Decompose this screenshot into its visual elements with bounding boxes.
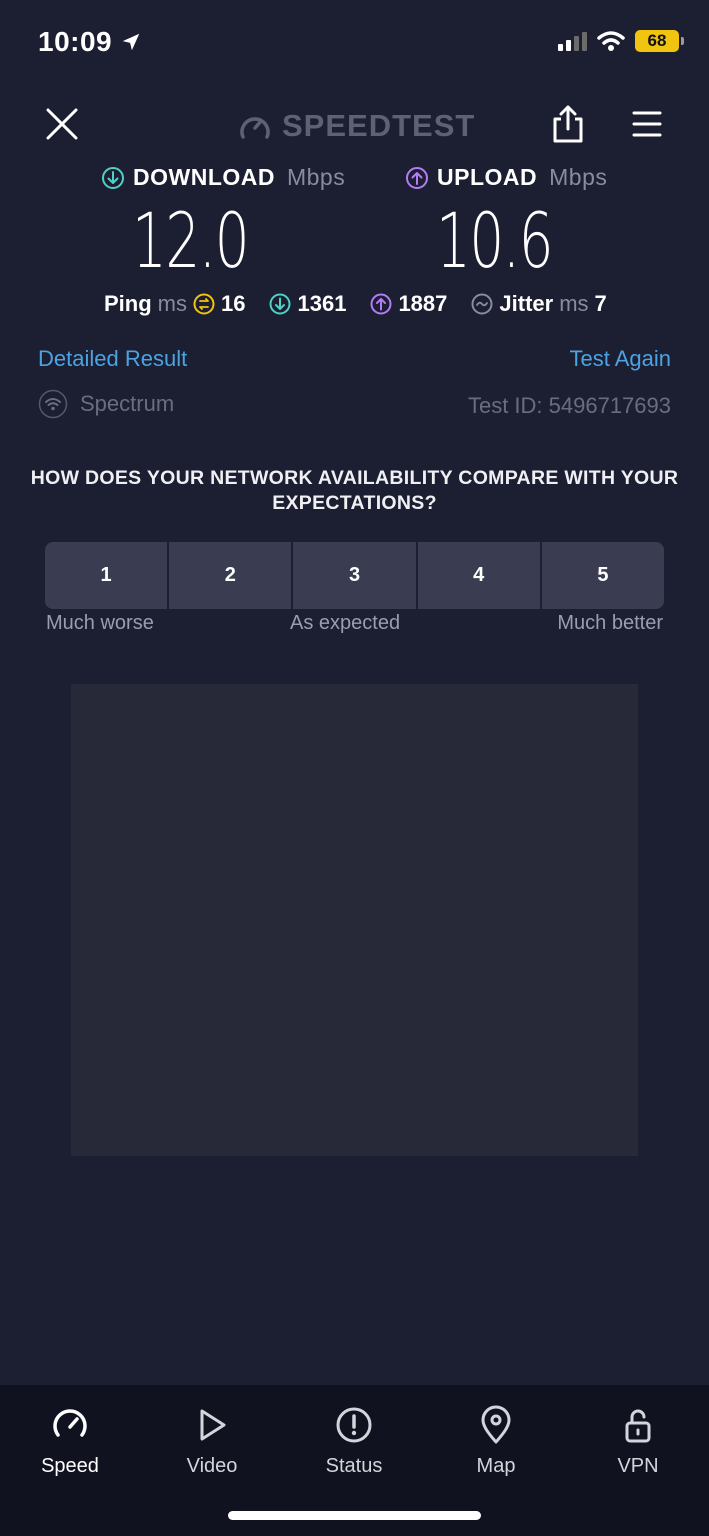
tab-video-label: Video bbox=[186, 1455, 238, 1477]
rating-button-5[interactable]: 5 bbox=[541, 542, 664, 609]
upload-value: 10.6 bbox=[436, 196, 554, 285]
wifi-icon bbox=[597, 31, 625, 51]
speedometer-icon bbox=[240, 117, 270, 139]
jitter-unit: ms bbox=[559, 291, 589, 316]
test-again-link[interactable]: Test Again bbox=[569, 346, 671, 372]
ping-upload-value: 1887 bbox=[398, 291, 448, 316]
tab-status-label: Status bbox=[325, 1455, 383, 1477]
tab-map-label: Map bbox=[476, 1455, 516, 1477]
home-indicator bbox=[228, 1511, 481, 1520]
tab-vpn-label: VPN bbox=[617, 1455, 659, 1477]
rating-button-2[interactable]: 2 bbox=[169, 542, 292, 609]
rating-button-4[interactable]: 4 bbox=[417, 542, 540, 609]
rating-label-high: Much better bbox=[557, 612, 663, 634]
tab-video[interactable]: Video bbox=[162, 1405, 262, 1478]
download-value: 12.0 bbox=[132, 196, 250, 285]
download-latency-icon bbox=[269, 293, 291, 315]
tab-vpn[interactable]: VPN bbox=[588, 1405, 688, 1478]
download-unit: Mbps bbox=[286, 164, 346, 190]
cellular-signal-icon bbox=[558, 31, 587, 51]
battery-icon: 68 bbox=[635, 30, 684, 52]
rating-scale: 1 2 3 4 5 bbox=[45, 542, 664, 609]
brand-logo: SPEEDTEST bbox=[238, 108, 475, 144]
tab-map[interactable]: Map bbox=[446, 1405, 546, 1478]
lock-icon bbox=[625, 1409, 651, 1443]
battery-level: 68 bbox=[647, 31, 667, 50]
survey-question: HOW DOES YOUR NETWORK AVAILABILITY COMPA… bbox=[30, 467, 679, 514]
jitter-value: 7 bbox=[594, 291, 607, 316]
tab-speed[interactable]: Speed bbox=[20, 1405, 120, 1478]
rating-button-1[interactable]: 1 bbox=[45, 542, 168, 609]
status-time: 10:09 bbox=[38, 26, 142, 58]
tab-speed-label: Speed bbox=[41, 1455, 99, 1477]
download-header: DOWNLOAD Mbps bbox=[101, 164, 345, 191]
tab-status[interactable]: Status bbox=[304, 1405, 404, 1478]
close-icon[interactable] bbox=[44, 106, 80, 142]
ping-download-value: 1361 bbox=[297, 291, 347, 316]
ping-row: Ping ms 16 1361 1887 Jitter ms 7 bbox=[104, 291, 607, 317]
share-icon[interactable] bbox=[551, 104, 585, 144]
ad-placeholder bbox=[71, 684, 638, 1156]
brand-name: SPEEDTEST bbox=[282, 108, 476, 143]
upload-latency-icon bbox=[370, 293, 392, 315]
speedometer-icon bbox=[53, 1409, 87, 1437]
location-arrow-icon bbox=[122, 33, 140, 51]
upload-label: UPLOAD bbox=[437, 164, 538, 190]
play-icon bbox=[200, 1409, 226, 1441]
menu-icon[interactable] bbox=[632, 110, 662, 138]
idle-latency-icon bbox=[193, 293, 215, 315]
wifi-circle-icon bbox=[38, 389, 68, 419]
clock-text: 10:09 bbox=[38, 26, 113, 57]
upload-header: UPLOAD Mbps bbox=[405, 164, 607, 191]
jitter-label: Jitter bbox=[499, 291, 554, 316]
rating-label-low: Much worse bbox=[46, 612, 154, 634]
upload-unit: Mbps bbox=[549, 164, 608, 190]
speedtest-result-screen: 10:09 68 SPEEDTEST DOWNLOAD Mbps UPLOAD … bbox=[0, 0, 709, 1536]
isp-info: Spectrum bbox=[38, 389, 174, 419]
isp-name: Spectrum bbox=[80, 391, 175, 416]
download-label: DOWNLOAD bbox=[133, 164, 275, 190]
rating-button-3[interactable]: 3 bbox=[293, 542, 416, 609]
ping-idle-value: 16 bbox=[221, 291, 246, 316]
detailed-result-link[interactable]: Detailed Result bbox=[38, 346, 187, 372]
map-pin-icon bbox=[481, 1405, 511, 1444]
status-icons: 68 bbox=[558, 30, 684, 52]
download-arrow-icon bbox=[102, 166, 124, 189]
jitter-icon bbox=[471, 293, 493, 315]
upload-arrow-icon bbox=[406, 166, 428, 189]
alert-icon bbox=[336, 1407, 372, 1443]
ping-unit: ms bbox=[157, 291, 187, 316]
test-id: Test ID: 5496717693 bbox=[467, 393, 671, 418]
ping-label: Ping bbox=[104, 291, 152, 316]
rating-label-mid: As expected bbox=[290, 612, 401, 634]
